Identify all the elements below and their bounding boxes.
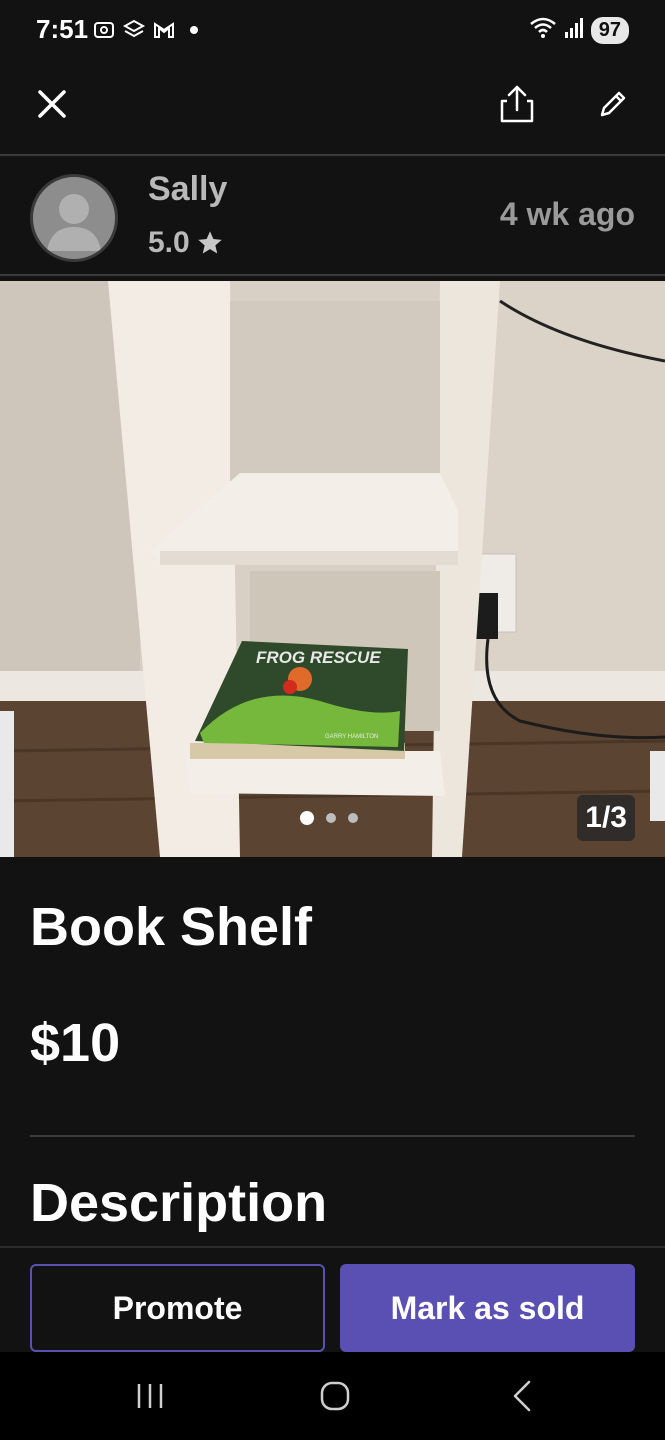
divider [30,1135,635,1137]
action-bar: Promote Mark as sold [0,1246,665,1352]
notification-icons [92,18,198,42]
more-notifications-dot [190,26,198,34]
signal-icon [564,18,583,43]
wifi-icon [529,16,557,45]
book-author-text: GARRY HAMILTON [325,734,378,740]
back-button[interactable] [492,1366,552,1426]
top-bar [0,64,665,156]
listing-price: $10 [30,1013,121,1073]
home-button[interactable] [305,1366,365,1426]
screenshot-icon [92,18,116,42]
seller-row[interactable]: Sally 5.0 4 wk ago [0,158,665,276]
share-button[interactable] [487,74,547,134]
pencil-icon [600,91,626,117]
listing-photo[interactable]: FROG RESCUE GARRY HAMILTON 1/3 [0,281,665,857]
seller-rating: 5.0 [148,226,224,260]
rating-value: 5.0 [148,226,190,259]
battery-level: 97 [590,17,629,44]
bookshelf-photo: FROG RESCUE GARRY HAMILTON [0,281,665,857]
system-nav-bar [0,1352,665,1440]
recent-apps-button[interactable] [120,1366,180,1426]
seller-name[interactable]: Sally [148,170,227,209]
mark-as-sold-button[interactable]: Mark as sold [340,1264,635,1352]
default-avatar-icon [47,194,101,251]
star-icon [198,231,222,254]
back-icon [513,1380,531,1412]
recent-apps-icon [137,1384,163,1408]
pager-dot[interactable] [348,813,358,823]
status-right: 97 [529,16,629,45]
photo-counter: 1/3 [577,795,635,841]
close-button[interactable] [22,74,82,134]
status-bar: 7:51 97 [0,0,665,64]
photo-pager[interactable] [300,811,358,825]
posted-time: 4 wk ago [499,196,635,232]
listing-title: Book Shelf [30,897,313,957]
book-title-text: FROG RESCUE [256,648,381,667]
close-icon [38,90,66,118]
status-time: 7:51 [36,14,89,44]
share-icon [500,85,534,123]
app-icon [122,18,146,42]
gmail-icon [152,18,176,42]
pager-dot[interactable] [300,811,314,825]
pager-dot[interactable] [326,813,336,823]
promote-button[interactable]: Promote [30,1264,325,1352]
edit-button[interactable] [583,74,643,134]
avatar[interactable] [30,174,118,262]
description-heading: Description [30,1173,328,1233]
home-icon [320,1381,350,1411]
